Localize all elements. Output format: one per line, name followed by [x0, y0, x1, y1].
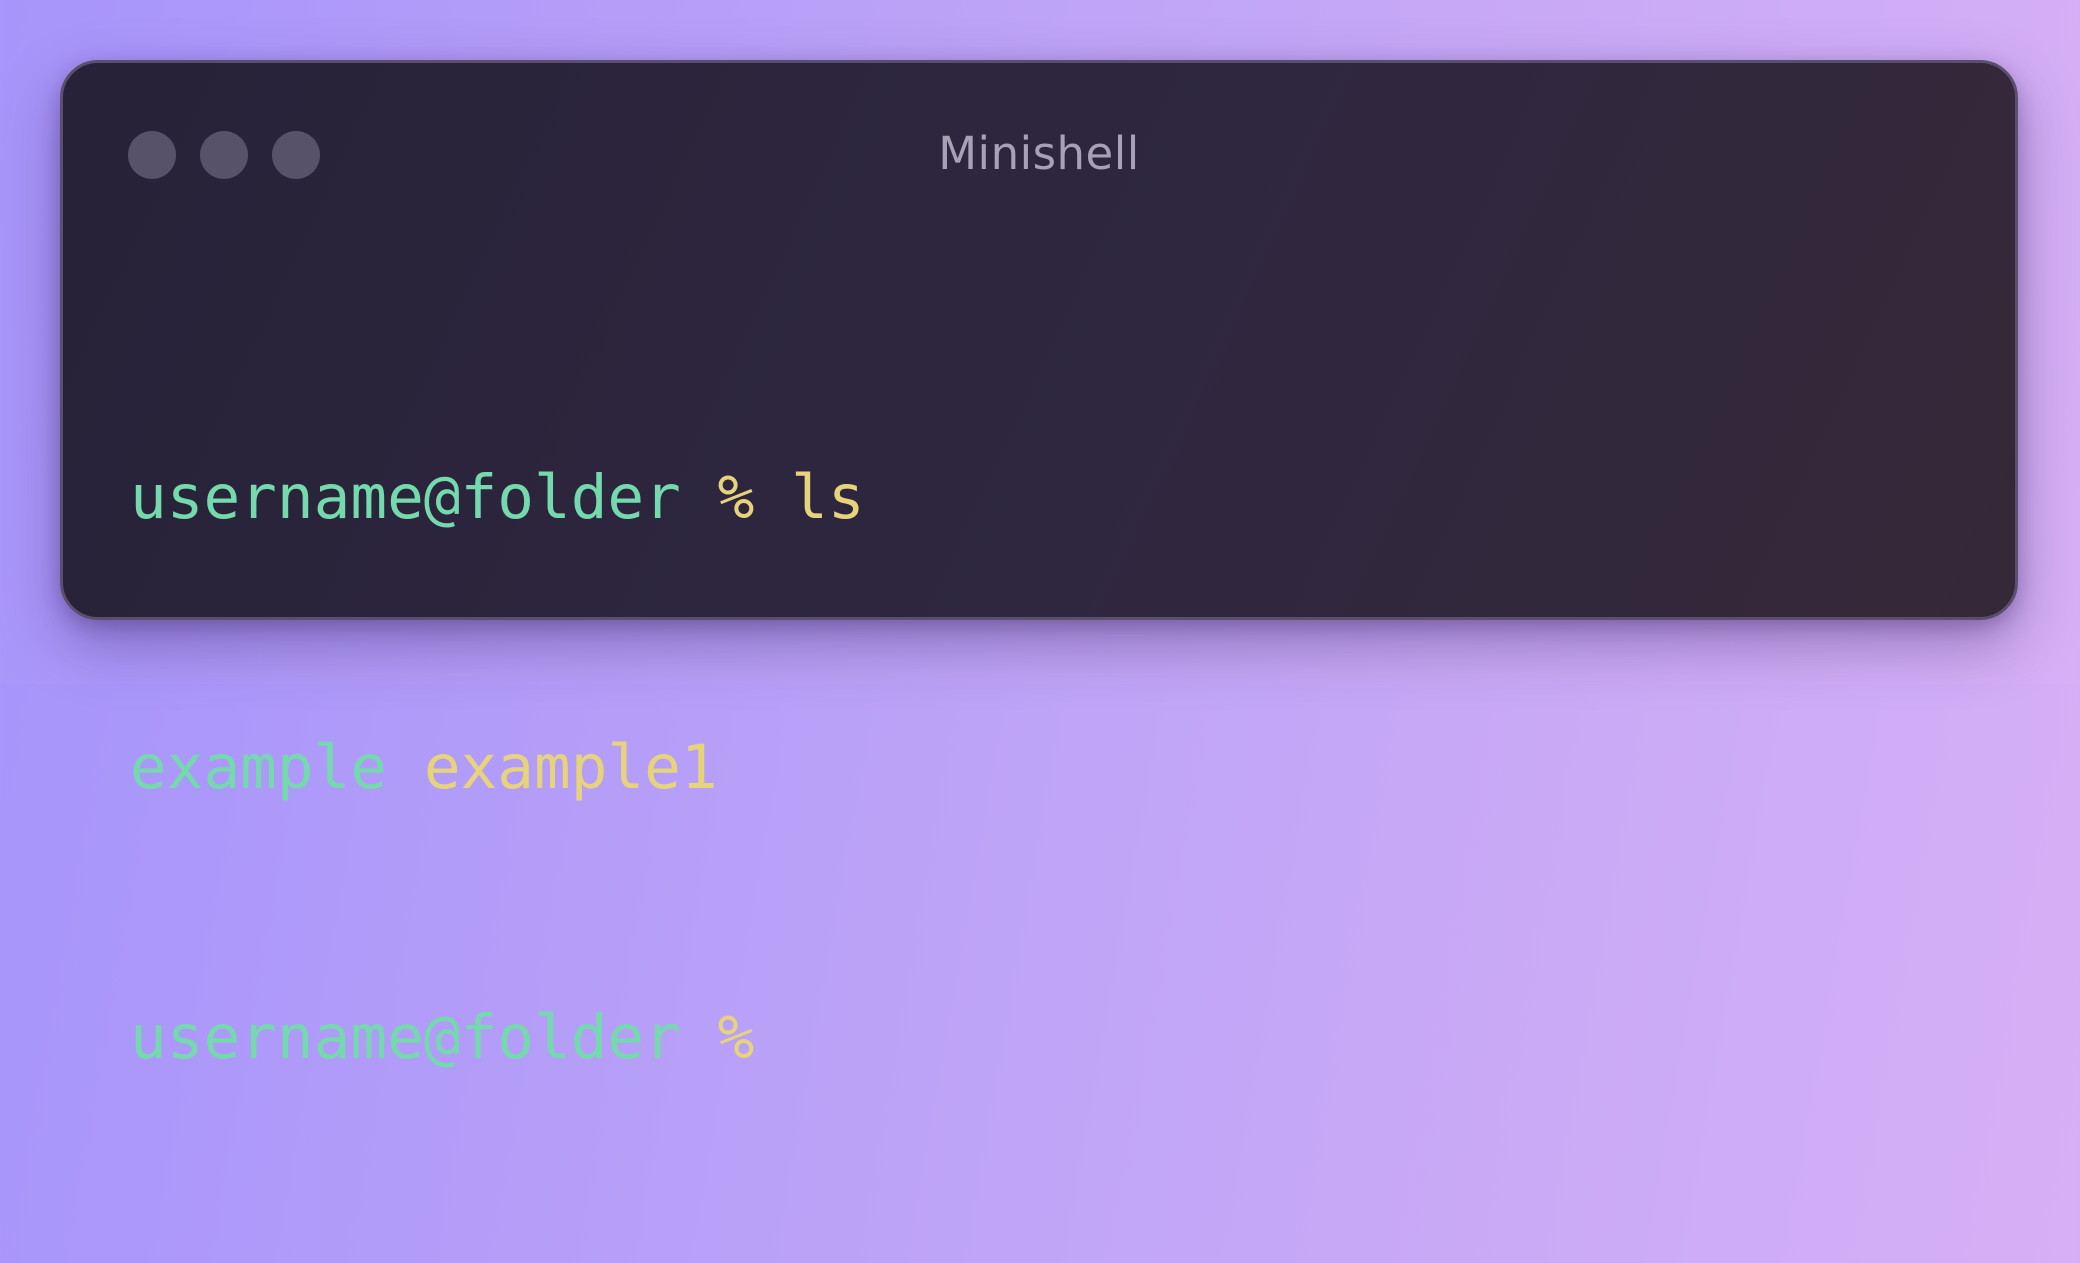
prompt-symbol: %	[717, 462, 755, 533]
terminal-line: username@folder % ls	[130, 453, 1955, 543]
prompt-symbol: %	[717, 1002, 755, 1073]
terminal-line: username@folder %	[130, 993, 1955, 1083]
terminal-line: example example1	[130, 723, 1955, 813]
command-text: ls	[791, 462, 865, 533]
title-bar: Minishell	[63, 63, 2015, 253]
terminal-output[interactable]: username@folder % ls example example1 us…	[130, 273, 1955, 1263]
prompt-text: username@folder	[130, 1002, 681, 1073]
terminal-window: Minishell username@folder % ls example e…	[60, 60, 2018, 1073]
output-item: example1	[423, 732, 718, 803]
prompt-text: username@folder	[130, 462, 681, 533]
output-item: example	[130, 732, 388, 803]
window-title: Minishell	[938, 127, 1140, 180]
